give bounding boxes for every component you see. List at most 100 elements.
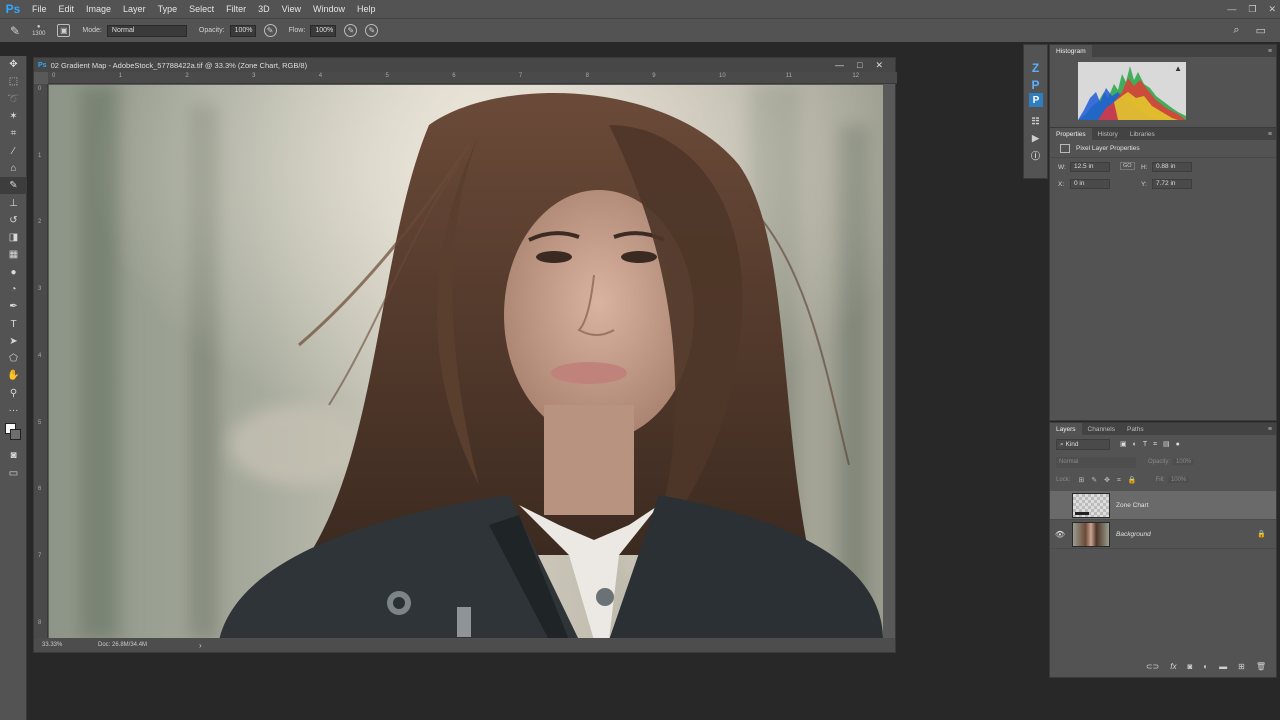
fill-input[interactable]: 100% (1167, 477, 1190, 483)
info-icon[interactable]: ⓘ (1024, 147, 1047, 164)
brush-size-picker[interactable]: ● 1300 (32, 24, 45, 38)
close-icon[interactable]: ✕ (1268, 4, 1276, 15)
menu-layer[interactable]: Layer (117, 4, 152, 14)
tab-paths[interactable]: Paths (1121, 423, 1150, 435)
brush-panel-icon[interactable]: ▣ (57, 24, 71, 37)
layer-filter-icons[interactable]: ▣◐T⌗▤● (1120, 440, 1186, 449)
layer-name[interactable]: Zone Chart (1116, 502, 1149, 509)
adjustments-panel-icon[interactable]: ☷ (1024, 113, 1047, 130)
folder-icon[interactable]: ▬ (1219, 662, 1227, 671)
menu-edit[interactable]: Edit (53, 4, 81, 14)
eraser-tool-icon[interactable]: ◨ (0, 229, 27, 246)
minimize-icon[interactable]: — (1227, 4, 1236, 14)
mode-select[interactable]: Normal (106, 24, 187, 37)
tab-history[interactable]: History (1092, 128, 1124, 140)
marquee-tool-icon[interactable]: ⬚ (0, 73, 27, 90)
type-tool-icon[interactable]: T (0, 315, 27, 332)
tab-layers[interactable]: Layers (1050, 423, 1082, 435)
background-color[interactable] (10, 429, 21, 441)
airbrush-icon[interactable]: ✎ (344, 24, 358, 37)
layer-opacity-input[interactable]: 100% (1173, 459, 1195, 465)
screen-mode-icon[interactable]: ▭ (0, 465, 27, 482)
tab-properties[interactable]: Properties (1050, 128, 1092, 140)
menu-help[interactable]: Help (351, 4, 382, 14)
adjustment-icon[interactable]: ◐ (1203, 662, 1208, 671)
x-input[interactable]: 0 in (1070, 179, 1110, 189)
canvas-image[interactable] (49, 85, 883, 640)
status-menu-arrow-icon[interactable]: › (199, 641, 202, 650)
height-input[interactable]: 0.88 in (1152, 162, 1192, 172)
menu-image[interactable]: Image (80, 4, 117, 14)
healing-brush-tool-icon[interactable]: ⌂ (0, 160, 27, 177)
ruler-horizontal[interactable]: 0 1 2 3 4 5 6 7 8 9 10 11 12 (48, 72, 897, 84)
fx-icon[interactable]: fx (1170, 662, 1176, 671)
layer-name[interactable]: Background (1116, 531, 1151, 538)
magic-wand-tool-icon[interactable]: ✶ (0, 108, 27, 125)
actions-play-icon[interactable]: ▶ (1024, 130, 1047, 147)
trash-icon[interactable]: 🗑 (1256, 662, 1266, 671)
opacity-input[interactable]: 100% (229, 24, 256, 37)
clone-stamp-tool-icon[interactable]: ⊥ (0, 194, 27, 211)
layer-background[interactable]: 👁 Background 🔒 (1050, 520, 1276, 549)
brush-tool-icon[interactable]: ✎ (0, 177, 27, 195)
new-layer-icon[interactable]: ⊞ (1238, 662, 1245, 671)
blur-tool-icon[interactable]: ● (0, 264, 27, 281)
history-brush-tool-icon[interactable]: ↺ (0, 212, 27, 229)
lock-icons[interactable]: ⊞✎✥⌗🔒 (1078, 476, 1143, 485)
more-tools-icon[interactable]: ··· (0, 402, 27, 419)
zoom-tool-icon[interactable]: ⚲ (0, 385, 27, 402)
gradient-tool-icon[interactable]: ▦ (0, 246, 27, 263)
path-selection-tool-icon[interactable]: ➤ (0, 333, 27, 350)
lasso-tool-icon[interactable]: ➰ (0, 91, 27, 108)
tab-channels[interactable]: Channels (1082, 423, 1121, 435)
ruler-tick-label: 10 (719, 73, 726, 79)
doc-minimize-icon[interactable]: — (835, 60, 844, 70)
dodge-tool-icon[interactable]: ◔ (0, 281, 27, 298)
move-tool-icon[interactable]: ✥ (0, 56, 27, 73)
z-panel-icon[interactable]: Z (1024, 59, 1047, 76)
doc-close-icon[interactable]: ✕ (875, 60, 883, 71)
zoom-level[interactable]: 33.33% (42, 642, 98, 648)
document-title-bar[interactable]: Ps 02 Gradient Map - AdobeStock_57788422… (34, 58, 895, 72)
layers-menu-icon[interactable]: ≡ (1268, 426, 1272, 433)
pressure-opacity-icon[interactable]: ✎ (263, 24, 277, 37)
layer-filter-kind[interactable]: ⌕ Kind (1056, 438, 1110, 450)
ruler-vertical[interactable]: 0 1 2 3 4 5 6 7 8 (34, 84, 48, 640)
eyedropper-tool-icon[interactable]: ⁄ (0, 142, 27, 159)
menu-filter[interactable]: Filter (220, 4, 252, 14)
menu-file[interactable]: File (26, 4, 53, 14)
restore-icon[interactable]: ❐ (1248, 4, 1256, 15)
y-input[interactable]: 7.72 in (1152, 179, 1192, 189)
shape-tool-icon[interactable]: ⬠ (0, 350, 27, 367)
histogram-warning-icon[interactable]: ▲ (1174, 64, 1182, 73)
menu-type[interactable]: Type (152, 4, 184, 14)
menu-window[interactable]: Window (307, 4, 351, 14)
menu-3d[interactable]: 3D (252, 4, 276, 14)
tab-libraries[interactable]: Libraries (1124, 128, 1161, 140)
doc-maximize-icon[interactable]: □ (857, 60, 862, 70)
layer-zone-chart[interactable]: Zone Chart (1050, 491, 1276, 520)
eye-icon[interactable]: 👁 (1050, 530, 1070, 539)
p-panel-icon[interactable]: P (1024, 76, 1047, 93)
flow-input[interactable]: 100% (310, 24, 337, 37)
tab-histogram[interactable]: Histogram (1050, 45, 1092, 57)
pressure-size-icon[interactable]: ✎ (365, 24, 379, 37)
link-dimensions-icon[interactable]: GO (1120, 162, 1135, 170)
search-icon[interactable]: ⌕ (1233, 24, 1239, 37)
properties-menu-icon[interactable]: ≡ (1268, 131, 1272, 138)
crop-tool-icon[interactable]: ⌗ (0, 125, 27, 142)
mask-icon[interactable]: ◙ (1187, 662, 1192, 671)
pb-panel-icon[interactable]: P (1029, 93, 1043, 107)
link-icon[interactable]: ⊂⊃ (1146, 662, 1159, 671)
quick-mask-icon[interactable]: ◙ (0, 447, 27, 464)
pen-tool-icon[interactable]: ✒ (0, 298, 27, 315)
hand-tool-icon[interactable]: ✋ (0, 367, 27, 384)
histogram-menu-icon[interactable]: ≡ (1268, 48, 1272, 55)
width-input[interactable]: 12.5 in (1070, 162, 1110, 172)
menu-select[interactable]: Select (183, 4, 220, 14)
workspace-icon[interactable]: ▭ (1256, 24, 1266, 37)
menu-view[interactable]: View (276, 4, 307, 14)
brush-tool-icon[interactable]: ✎ (10, 24, 20, 38)
color-swatches[interactable] (0, 419, 27, 447)
blend-mode-select[interactable]: Normal (1056, 456, 1136, 468)
